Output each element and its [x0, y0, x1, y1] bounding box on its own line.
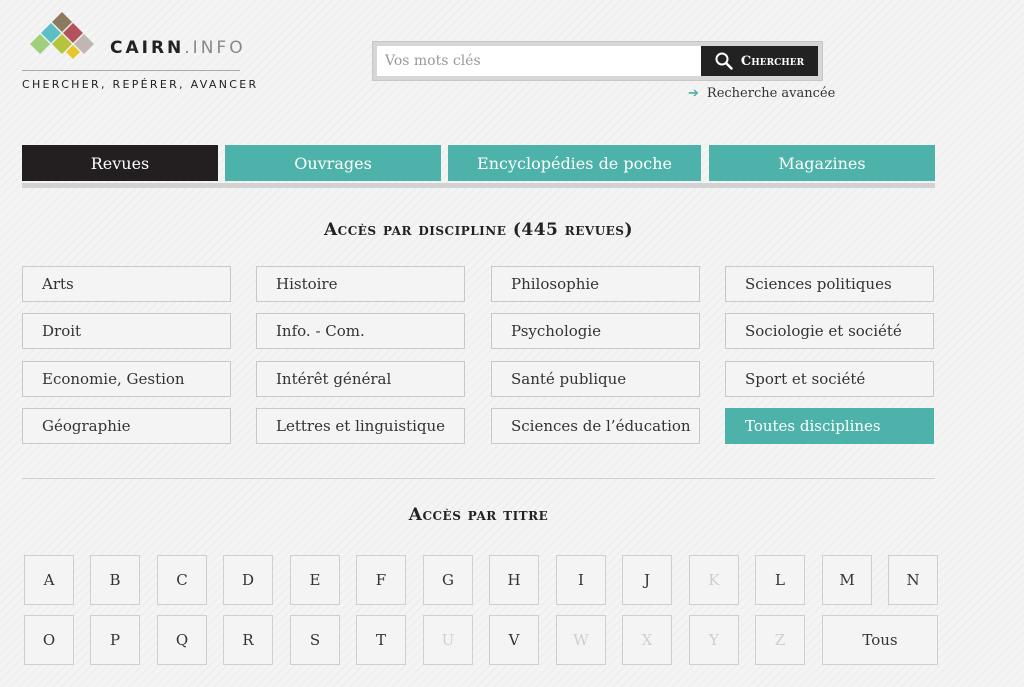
letter-i[interactable]: I [556, 555, 606, 605]
discipline-interet-general[interactable]: Intérêt général [256, 361, 465, 397]
tabs-underline [22, 183, 935, 188]
cairn-diamonds-icon [30, 12, 94, 59]
discipline-histoire[interactable]: Histoire [256, 266, 465, 302]
discipline-info-com[interactable]: Info. - Com. [256, 313, 465, 349]
tab-ouvrages[interactable]: Ouvrages [225, 145, 441, 181]
discipline-sciences-education[interactable]: Sciences de l’éducation [491, 408, 700, 444]
logo-tagline: CHERCHER, REPÉRER, AVANCER [22, 78, 259, 91]
letter-e[interactable]: E [290, 555, 340, 605]
logo-divider [22, 70, 240, 71]
tab-magazines[interactable]: Magazines [709, 145, 935, 181]
letter-p[interactable]: P [90, 615, 140, 665]
content-type-tabs: Revues Ouvrages Encyclopédies de poche M… [22, 145, 935, 181]
letter-j[interactable]: J [622, 555, 672, 605]
discipline-philosophie[interactable]: Philosophie [491, 266, 700, 302]
search-button[interactable]: Chercher [701, 46, 818, 76]
letter-a[interactable]: A [24, 555, 74, 605]
tab-encyclopedies[interactable]: Encyclopédies de poche [448, 145, 701, 181]
letter-k: K [689, 555, 739, 605]
letter-u: U [423, 615, 473, 665]
letter-m[interactable]: M [822, 555, 872, 605]
title-section-title: Accès par titre [408, 505, 549, 525]
letter-s[interactable]: S [290, 615, 340, 665]
discipline-sociologie[interactable]: Sociologie et société [725, 313, 934, 349]
search-bar: Chercher [372, 41, 823, 81]
letter-h[interactable]: H [489, 555, 539, 605]
section-divider [22, 478, 935, 479]
discipline-sport[interactable]: Sport et société [725, 361, 934, 397]
arrow-right-icon: ➔ [688, 86, 699, 101]
magnifier-icon [715, 52, 733, 70]
tab-revues[interactable]: Revues [22, 145, 218, 181]
advanced-search-label: Recherche avancée [706, 86, 836, 101]
letter-r[interactable]: R [223, 615, 273, 665]
letter-g[interactable]: G [423, 555, 473, 605]
discipline-geographie[interactable]: Géographie [22, 408, 231, 444]
discipline-economie-gestion[interactable]: Economie, Gestion [22, 361, 231, 397]
letter-f[interactable]: F [356, 555, 406, 605]
logo-suffix: .INFO [184, 38, 246, 58]
letter-b[interactable]: B [90, 555, 140, 605]
discipline-psychologie[interactable]: Psychologie [491, 313, 700, 349]
discipline-sciences-politiques[interactable]: Sciences politiques [725, 266, 934, 302]
letter-q[interactable]: Q [157, 615, 207, 665]
discipline-section-title: Accès par discipline (445 revues) [323, 220, 634, 240]
letter-l[interactable]: L [755, 555, 805, 605]
logo-brand: CAIRN [110, 38, 185, 58]
search-button-label: Chercher [740, 53, 805, 69]
letter-n[interactable]: N [888, 555, 938, 605]
letter-x: X [622, 615, 672, 665]
letter-z: Z [755, 615, 805, 665]
letter-all-button[interactable]: Tous [822, 615, 938, 665]
letter-v[interactable]: V [489, 615, 539, 665]
discipline-droit[interactable]: Droit [22, 313, 231, 349]
search-input[interactable] [377, 46, 701, 76]
discipline-sante-publique[interactable]: Santé publique [491, 361, 700, 397]
logo-wordmark: CAIRN.INFO [110, 38, 246, 58]
site-logo[interactable]: CAIRN.INFO CHERCHER, REPÉRER, AVANCER [22, 12, 256, 92]
letter-w: W [556, 615, 606, 665]
letter-c[interactable]: C [157, 555, 207, 605]
discipline-toutes[interactable]: Toutes disciplines [725, 408, 934, 444]
discipline-lettres[interactable]: Lettres et linguistique [256, 408, 465, 444]
letter-o[interactable]: O [24, 615, 74, 665]
letter-t[interactable]: T [356, 615, 406, 665]
advanced-search-link[interactable]: ➔ Recherche avancée [688, 86, 835, 101]
letter-y: Y [689, 615, 739, 665]
letter-d[interactable]: D [223, 555, 273, 605]
discipline-arts[interactable]: Arts [22, 266, 231, 302]
